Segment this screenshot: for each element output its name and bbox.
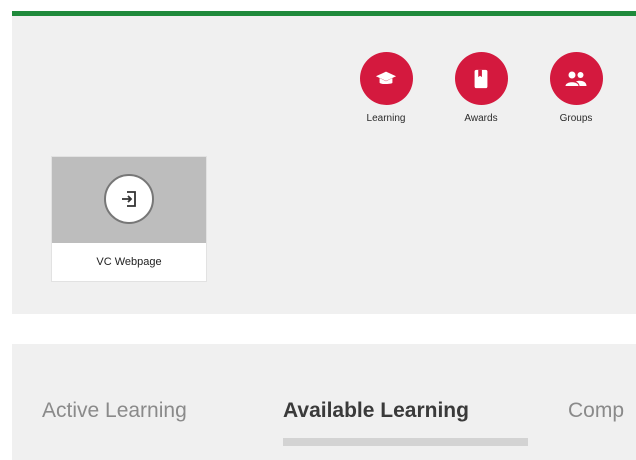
people-icon — [565, 71, 587, 86]
quick-link-label: Groups — [559, 113, 593, 124]
tab-active-learning[interactable]: Active Learning — [42, 399, 187, 423]
awards-icon-button[interactable] — [454, 52, 508, 105]
tab-completed[interactable]: Comp — [568, 399, 624, 423]
tab-available-learning[interactable]: Available Learning — [283, 399, 469, 423]
top-bar — [0, 0, 636, 16]
quick-link-groups[interactable]: Groups — [536, 52, 616, 124]
tile-label: VC Webpage — [96, 256, 162, 268]
section-gap — [0, 314, 636, 344]
book-bookmark-icon — [474, 69, 488, 88]
groups-icon-button[interactable] — [549, 52, 603, 105]
active-tab-indicator — [283, 438, 528, 446]
quick-link-learning[interactable]: Learning — [346, 52, 426, 124]
graduation-cap-icon — [375, 71, 397, 84]
quick-link-awards[interactable]: Awards — [441, 52, 521, 124]
learning-icon-button[interactable] — [359, 52, 413, 105]
quick-link-label: Learning — [366, 113, 406, 124]
sign-in-icon — [122, 191, 136, 207]
quick-link-label: Awards — [464, 113, 498, 124]
tile-thumbnail — [52, 157, 206, 243]
tile-icon-ring — [104, 174, 154, 224]
vc-webpage-tile[interactable]: VC Webpage — [52, 157, 206, 281]
